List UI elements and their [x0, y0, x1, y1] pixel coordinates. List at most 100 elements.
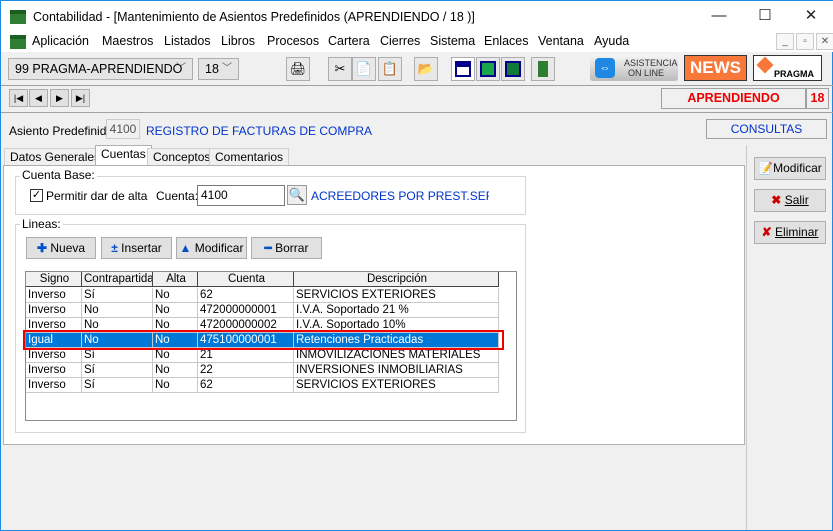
cell-cuenta: 62 — [198, 378, 294, 393]
borrar-label: Borrar — [275, 241, 309, 255]
search-icon[interactable]: 🔍 — [287, 185, 307, 205]
tab-datos-generales[interactable]: Datos Generales — [4, 148, 107, 166]
table-row[interactable]: Inverso Sí No 62 SERVICIOS EXTERIORES — [26, 288, 499, 303]
period-status: 18 — [806, 88, 829, 109]
cell-contrapartida: No — [82, 303, 153, 318]
menu-cierres[interactable]: Cierres — [380, 34, 420, 48]
column-header-cuenta[interactable]: Cuenta — [198, 272, 294, 287]
mdi-app-icon — [10, 35, 26, 49]
paste-icon[interactable]: 📋 — [378, 57, 402, 81]
cell-signo: Inverso — [26, 303, 82, 318]
eliminar-button[interactable]: ✘ Eliminar — [754, 221, 826, 244]
cell-cuenta: 472000000002 — [198, 318, 294, 333]
divider — [1, 112, 833, 113]
cell-alta: No — [153, 378, 198, 393]
menu-cartera[interactable]: Cartera — [328, 34, 370, 48]
insertar-button[interactable]: ± Insertar — [101, 237, 172, 259]
first-record-button[interactable]: |◀ — [9, 89, 28, 107]
cell-descripcion: SERVICIOS EXTERIORES — [294, 288, 499, 303]
maximize-button[interactable]: ☐ — [742, 1, 788, 31]
close-button[interactable]: ✕ — [788, 1, 833, 31]
menu-maestros[interactable]: Maestros — [102, 34, 153, 48]
pragma-logo-button[interactable]: PRAGMA — [753, 55, 822, 81]
table-row[interactable]: Inverso No No 472000000002 I.V.A. Soportado … — [26, 318, 499, 333]
column-header-signo[interactable]: Signo — [26, 272, 82, 287]
nueva-button[interactable]: ✚ Nueva — [26, 237, 96, 259]
minus-icon: ━ — [264, 241, 272, 255]
open-folder-icon[interactable]: 📂 — [414, 57, 438, 81]
asistencia-line2: ON LINE — [628, 68, 665, 78]
modificar-label: Modificar — [194, 241, 244, 255]
cell-cuenta: 21 — [198, 348, 294, 363]
next-record-button[interactable]: ▶ — [50, 89, 69, 107]
news-button[interactable]: NEWS — [684, 55, 747, 81]
cell-signo: Inverso — [26, 378, 82, 393]
cell-contrapartida: No — [82, 333, 153, 348]
teamviewer-icon: ⇔ — [595, 58, 615, 78]
cuenta-description: ACREEDORES POR PREST.SERV(( — [311, 189, 489, 203]
cell-descripcion: Retenciones Practicadas — [294, 333, 499, 348]
company-value: 99 PRAGMA-APRENDIENDO — [15, 62, 183, 76]
grid-view-icon[interactable] — [451, 57, 475, 81]
asiento-description: REGISTRO DE FACTURAS DE COMPRA — [146, 124, 373, 138]
modificar-linea-button[interactable]: ▲ Modificar — [176, 237, 247, 259]
tab-conceptos[interactable]: Conceptos — [147, 148, 217, 166]
permitir-alta-checkbox[interactable]: ✓ — [30, 189, 43, 202]
mdi-close-button[interactable]: ✕ — [816, 33, 833, 50]
asistencia-online-button[interactable]: ⇔ ASISTENCIA ON LINE — [590, 55, 678, 81]
table-row[interactable]: Inverso No No 472000000001 I.V.A. Soportado … — [26, 303, 499, 318]
minimize-button[interactable]: — — [696, 1, 742, 31]
menu-ayuda[interactable]: Ayuda — [594, 34, 629, 48]
last-record-button[interactable]: ▶| — [71, 89, 90, 107]
column-header-contrapartida[interactable]: Contrapartida — [82, 272, 153, 287]
menu-sistema[interactable]: Sistema — [430, 34, 475, 48]
cuenta-input[interactable]: 4100 — [197, 185, 285, 206]
copy-icon[interactable]: 📄 — [352, 57, 376, 81]
cell-signo: Inverso — [26, 288, 82, 303]
cut-icon[interactable]: ✂ — [328, 57, 352, 81]
cell-alta: No — [153, 318, 198, 333]
table-row[interactable]: Inverso Sí No 22 INVERSIONES INMOBILIARIAS — [26, 363, 499, 378]
table-row[interactable]: Inverso Sí No 21 INMOVILIZACIONES MATERIALES — [26, 348, 499, 363]
menu-ventana[interactable]: Ventana — [538, 34, 584, 48]
cell-signo: Inverso — [26, 318, 82, 333]
app-icon — [10, 10, 26, 24]
divider — [1, 85, 833, 86]
previous-record-button[interactable]: ◀ — [29, 89, 48, 107]
printer-settings-icon[interactable]: 🖨 — [286, 57, 310, 81]
cell-cuenta: 62 — [198, 288, 294, 303]
company-select[interactable]: 99 PRAGMA-APRENDIENDO ﹀ — [8, 58, 193, 80]
menu-libros[interactable]: Libros — [221, 34, 255, 48]
mdi-minimize-button[interactable]: _ — [776, 33, 794, 50]
column-header-alta[interactable]: Alta — [153, 272, 198, 287]
table-row[interactable]: Inverso Sí No 62 SERVICIOS EXTERIORES — [26, 378, 499, 393]
chevron-down-icon: ﹀ — [222, 63, 232, 74]
mdi-restore-button[interactable]: ▫ — [796, 33, 814, 50]
asistencia-line1: ASISTENCIA — [624, 58, 678, 68]
exit-door-icon[interactable] — [531, 57, 555, 81]
grid-header[interactable]: Signo Contrapartida Alta Cuenta Descripción — [26, 272, 499, 287]
cell-contrapartida: Sí — [82, 363, 153, 378]
menu-enlaces[interactable]: Enlaces — [484, 34, 528, 48]
cell-alta: No — [153, 303, 198, 318]
menu-listados[interactable]: Listados — [164, 34, 211, 48]
menu-aplicacion[interactable]: Aplicación — [32, 34, 89, 48]
divider — [746, 145, 747, 530]
salir-label: Salir — [784, 193, 809, 207]
lineas-grid[interactable]: Signo Contrapartida Alta Cuenta Descripción I… — [25, 271, 517, 421]
period-select[interactable]: 18 ﹀ — [198, 58, 239, 80]
cell-descripcion: SERVICIOS EXTERIORES — [294, 378, 499, 393]
modificar-button[interactable]: 📝Modificar — [754, 157, 826, 180]
window-title: Contabilidad - [Mantenimiento de Asiento… — [33, 10, 475, 24]
plus-icon: ✚ — [36, 241, 48, 255]
window-icon[interactable] — [501, 57, 525, 81]
column-header-descripcion[interactable]: Descripción — [294, 272, 499, 287]
salir-button[interactable]: ✖ Salir — [754, 189, 826, 212]
menu-procesos[interactable]: Procesos — [267, 34, 319, 48]
table-row[interactable]: Igual No No 475100000001 Retenciones Practic… — [26, 333, 499, 348]
cell-signo: Igual — [26, 333, 82, 348]
tab-cuentas[interactable]: Cuentas — [95, 145, 152, 166]
borrar-button[interactable]: ━ Borrar — [251, 237, 322, 259]
tab-comentarios[interactable]: Comentarios — [209, 148, 290, 166]
cascade-windows-icon[interactable] — [476, 57, 500, 81]
